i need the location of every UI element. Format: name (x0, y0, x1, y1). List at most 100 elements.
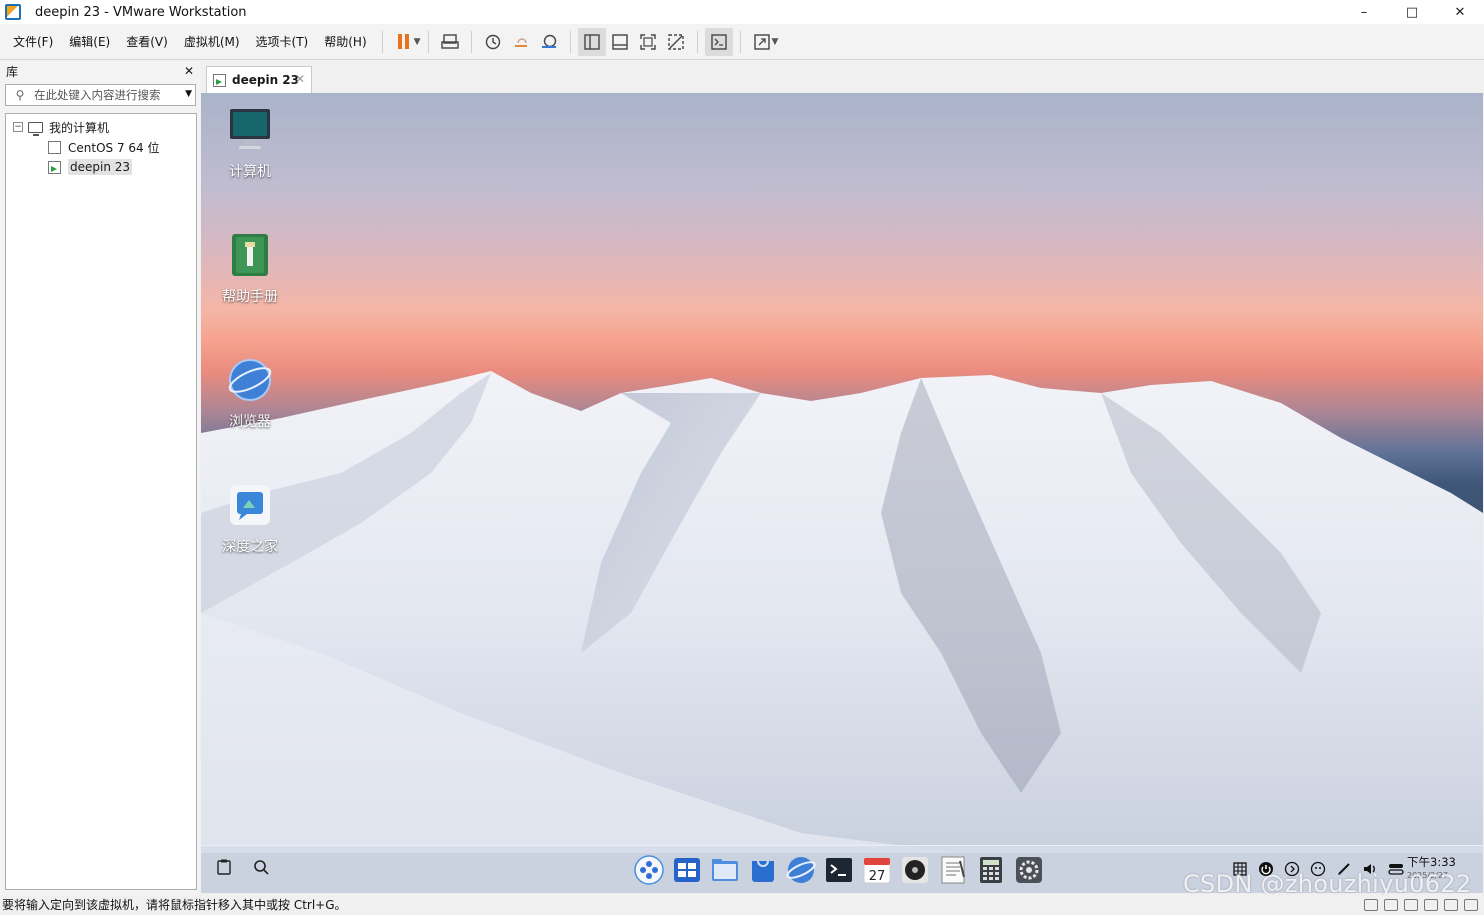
library-tree: − 我的计算机 CentOS 7 64 位 deepin 23 (5, 113, 197, 890)
library-search: ⚲ ▼ (5, 84, 196, 106)
collapse-icon[interactable]: − (13, 122, 23, 132)
tree-item-label: 我的计算机 (49, 120, 110, 135)
tree-item-my-computer[interactable]: − 我的计算机 (6, 117, 196, 137)
search-dropdown-icon[interactable]: ▼ (185, 89, 192, 99)
text-editor-icon[interactable] (937, 854, 968, 885)
pause-icon (398, 34, 410, 49)
console-view-button[interactable] (704, 27, 733, 56)
menu-toolbar: 文件(F) 编辑(E) 查看(V) 虚拟机(M) 选项卡(T) 帮助(H) ▼ … (0, 24, 1484, 60)
manual-icon (232, 234, 268, 276)
toolbar-divider (470, 30, 472, 53)
watermark-text: CSDN @zhouzhiyu0622 (1183, 870, 1472, 898)
calculator-icon[interactable] (975, 854, 1006, 885)
search-icon[interactable] (252, 858, 269, 875)
library-view-icon (583, 33, 600, 50)
menu-vm[interactable]: 虚拟机(M) (176, 30, 248, 54)
library-view-button[interactable] (577, 27, 606, 56)
vm-running-icon (213, 73, 226, 87)
tree-item-centos[interactable]: CentOS 7 64 位 (6, 137, 196, 157)
toolbar-divider (696, 30, 698, 53)
snapshot-manager-icon (541, 34, 556, 48)
cd-dvd-icon[interactable] (1384, 899, 1398, 911)
display-icon[interactable] (1464, 899, 1478, 911)
sound-card-icon[interactable] (1444, 899, 1458, 911)
desktop-icon-label: 浏览器 (229, 414, 271, 430)
launcher-icon[interactable] (633, 854, 664, 885)
tab-deepin[interactable]: deepin 23 ✕ (206, 66, 312, 93)
desktop-icon-browser[interactable]: 浏览器 (205, 357, 295, 431)
tab-close-icon[interactable]: ✕ (295, 72, 305, 86)
full-screen-button[interactable] (634, 28, 662, 56)
thumbnail-bar-button[interactable] (606, 28, 634, 56)
guest-screen[interactable]: 计算机 帮助手册 浏览器 深度之家 27 下午3:33 2025/2/27 (201, 93, 1483, 893)
vm-running-icon (48, 160, 61, 174)
unity-button[interactable] (662, 28, 690, 56)
app-store-icon[interactable] (747, 854, 778, 885)
desktop-icon-label: 深度之家 (222, 539, 278, 555)
stretch-dropdown-icon[interactable]: ▼ (772, 37, 779, 47)
library-close-button[interactable]: ✕ (184, 64, 194, 78)
search-icon: ⚲ (15, 88, 25, 102)
desktop-icon-manual[interactable]: 帮助手册 (205, 232, 295, 306)
menu-help[interactable]: 帮助(H) (316, 30, 374, 54)
computer-icon (230, 109, 270, 149)
send-ctrl-alt-del-icon (440, 33, 459, 49)
console-view-icon (710, 33, 727, 50)
toolbar-divider (381, 30, 383, 53)
clipboard-icon[interactable] (215, 858, 232, 875)
library-search-input[interactable] (34, 88, 174, 102)
menu-file[interactable]: 文件(F) (5, 30, 61, 54)
desktop-icon-deepin-home[interactable]: 深度之家 (205, 482, 295, 556)
window-title: deepin 23 - VMware Workstation (35, 4, 247, 20)
deepin-home-icon (230, 485, 270, 525)
toolbar-divider (569, 30, 571, 53)
dock-left-group (215, 858, 269, 875)
tab-label: deepin 23 (232, 73, 299, 87)
snapshot-take-icon (485, 34, 500, 49)
settings-icon[interactable] (1013, 854, 1044, 885)
vmware-logo-icon (5, 4, 21, 20)
unity-icon (667, 33, 684, 50)
calendar-icon[interactable]: 27 (861, 854, 892, 885)
snapshot-revert-icon (514, 37, 527, 47)
device-status-icons (1364, 895, 1478, 915)
thumbnail-bar-icon (611, 33, 628, 50)
dock-apps: 27 (633, 854, 1044, 885)
music-icon[interactable] (899, 854, 930, 885)
maximize-button[interactable]: □ (1388, 0, 1436, 24)
terminal-icon[interactable] (823, 854, 854, 885)
desktop-icon-label: 帮助手册 (222, 289, 278, 305)
vm-icon (48, 140, 61, 154)
toolbar-divider (739, 30, 741, 53)
browser-icon[interactable] (785, 854, 816, 885)
library-header: 库 ✕ (0, 61, 200, 81)
wallpaper-mountains (201, 371, 1483, 853)
snapshot-revert-button[interactable] (507, 28, 535, 56)
send-ctrl-alt-del-button[interactable] (436, 28, 464, 56)
minimize-button[interactable]: – (1340, 0, 1388, 24)
close-button[interactable]: ✕ (1436, 0, 1484, 24)
multitask-view-icon[interactable] (671, 854, 702, 885)
menu-edit[interactable]: 编辑(E) (61, 30, 118, 54)
status-message: 要将输入定向到该虚拟机，请将鼠标指针移入其中或按 Ctrl+G。 (2, 898, 347, 912)
network-adapter-icon[interactable] (1404, 899, 1418, 911)
usb-icon[interactable] (1424, 899, 1438, 911)
snapshot-take-button[interactable] (479, 28, 507, 56)
stretch-guest-icon (753, 33, 770, 50)
hard-disk-icon[interactable] (1364, 899, 1378, 911)
file-manager-icon[interactable] (709, 854, 740, 885)
library-panel: 库 ✕ ⚲ ▼ − 我的计算机 CentOS 7 64 位 deepin 23 (0, 61, 200, 895)
window-controls: – □ ✕ (1340, 0, 1484, 24)
snapshot-manager-button[interactable] (535, 28, 563, 56)
menu-view[interactable]: 查看(V) (118, 30, 176, 54)
title-bar: deepin 23 - VMware Workstation – □ ✕ (0, 0, 1484, 24)
calendar-day: 27 (868, 869, 885, 884)
library-title: 库 (6, 64, 19, 79)
tree-item-deepin[interactable]: deepin 23 (6, 157, 196, 177)
pause-dropdown-icon[interactable]: ▼ (414, 37, 421, 47)
tree-item-label: deepin 23 (68, 159, 133, 175)
desktop-icon-label: 计算机 (229, 164, 271, 180)
computer-icon (28, 121, 43, 136)
menu-tabs[interactable]: 选项卡(T) (248, 30, 317, 54)
desktop-icon-computer[interactable]: 计算机 (205, 107, 295, 181)
